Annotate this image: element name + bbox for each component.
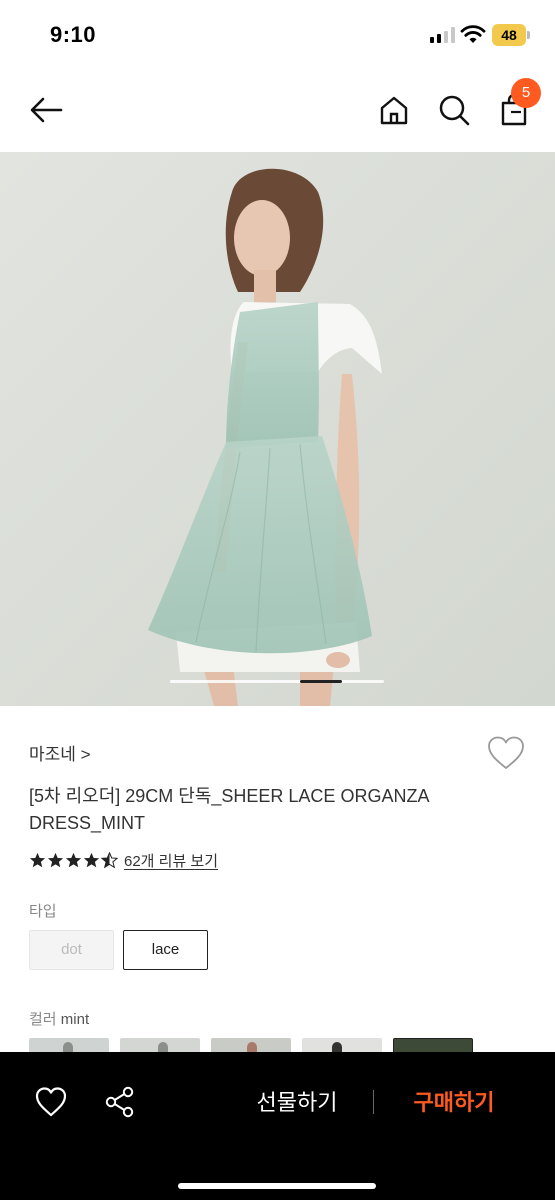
search-button[interactable] <box>432 88 476 132</box>
search-icon <box>439 95 470 126</box>
buy-button[interactable]: 구매하기 <box>395 1086 513 1120</box>
battery-level: 48 <box>501 27 517 43</box>
home-icon <box>380 96 408 125</box>
image-pagination-thumb <box>300 680 342 683</box>
action-divider <box>373 1090 374 1114</box>
color-selected-value: mint <box>60 1011 90 1028</box>
cart-count-badge: 5 <box>511 78 541 108</box>
arrow-left-icon <box>30 97 63 123</box>
star-full-icon <box>47 852 64 867</box>
product-image[interactable] <box>0 152 555 706</box>
share-icon[interactable] <box>103 1085 137 1119</box>
wishlist-button[interactable] <box>486 735 526 773</box>
heart-outline-icon[interactable] <box>34 1086 68 1118</box>
star-full-icon <box>83 852 100 867</box>
bottom-action-bar: 선물하기 구매하기 <box>0 1052 555 1200</box>
product-detail-page: 9:10 48 5 마조네 > [5차 리오더] 29CM 단독_SHEER L… <box>0 0 555 1200</box>
star-half-icon <box>101 851 118 868</box>
color-label-text: 컬러 <box>29 1011 57 1028</box>
type-option-lace[interactable]: lace <box>123 930 208 970</box>
back-button[interactable] <box>24 88 68 132</box>
review-link[interactable]: 62개 리뷰 보기 <box>124 850 218 871</box>
star-full-icon <box>29 852 46 867</box>
heart-outline-icon <box>488 736 524 769</box>
rating-row: 62개 리뷰 보기 <box>29 850 218 870</box>
home-button[interactable] <box>372 88 416 132</box>
battery-indicator: 48 <box>492 24 530 46</box>
status-time: 9:10 <box>50 22 97 47</box>
home-indicator <box>178 1183 376 1189</box>
type-option-label: 타입 <box>29 903 57 920</box>
product-title: [5차 리오더] 29CM 단독_SHEER LACE ORGANZA DRES… <box>29 786 429 833</box>
star-full-icon <box>65 852 82 867</box>
product-photo <box>0 152 555 706</box>
color-option-label: 컬러 mint <box>29 1008 89 1029</box>
top-nav <box>0 70 555 152</box>
wifi-icon <box>460 25 486 43</box>
rating-stars <box>29 851 118 869</box>
type-option-dot[interactable]: dot <box>29 930 114 970</box>
status-bar: 9:10 48 <box>0 0 555 70</box>
gift-button[interactable]: 선물하기 <box>238 1086 356 1120</box>
image-pagination-track <box>170 680 384 683</box>
battery-tip <box>527 31 530 39</box>
cellular-signal-icon <box>430 27 455 43</box>
brand-link[interactable]: 마조네 > <box>29 740 91 765</box>
